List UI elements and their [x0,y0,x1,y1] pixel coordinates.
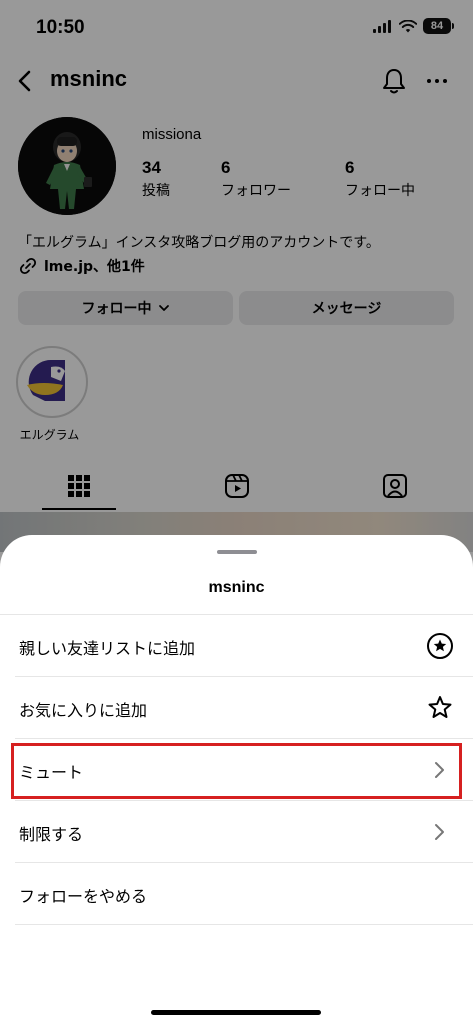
star-circle-icon [425,631,455,661]
add-close-friends-label: 親しい友達リストに追加 [19,639,196,658]
restrict-label: 制限する [19,825,84,844]
chevron-right-icon [425,817,455,847]
mute-highlight-annotation [11,743,462,799]
add-close-friends-item[interactable]: 親しい友達リストに追加 [0,615,473,677]
row-separator [15,924,473,925]
star-outline-icon [425,693,455,723]
screen: 10:50 84 msninc missiona 34 投稿 6 フォロワー 6… [0,0,473,1024]
sheet-title: msninc [208,579,265,596]
add-favorites-item[interactable]: お気に入りに追加 [0,677,473,739]
add-favorites-label: お気に入りに追加 [19,701,148,720]
unfollow-item[interactable]: フォローをやめる [0,863,473,925]
action-bottom-sheet: msninc 親しい友達リストに追加 お気に入りに追加 ミュート 制限する フォ… [0,535,473,1024]
unfollow-label: フォローをやめる [19,887,148,906]
restrict-item[interactable]: 制限する [0,801,473,863]
sheet-grabber[interactable] [217,550,257,554]
home-indicator [151,1010,321,1015]
